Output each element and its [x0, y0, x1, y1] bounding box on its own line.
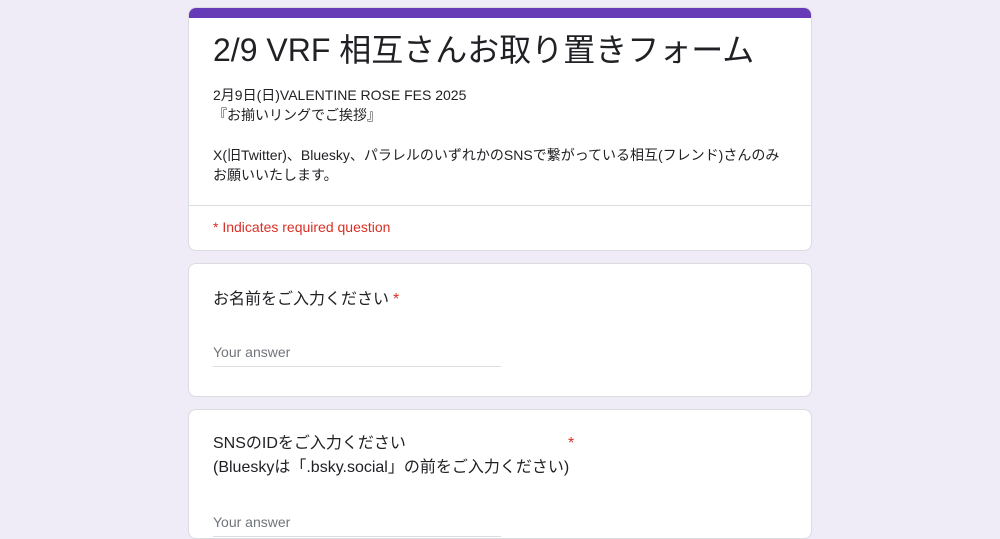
description-line: 『お揃いリングでご挨拶』 — [213, 107, 381, 123]
question-card-name: お名前をご入力ください * — [188, 263, 812, 397]
description-line: お願いいたします。 — [213, 167, 338, 183]
form-container: 2/9 VRF 相互さんお取り置きフォーム 2月9日(日)VALENTINE R… — [188, 7, 812, 539]
question-title-text: お名前をご入力ください — [213, 291, 390, 308]
theme-accent-bar — [189, 8, 811, 18]
name-answer-input[interactable] — [213, 338, 501, 367]
question-title-line1: SNSのIDをご入力ください — [213, 435, 406, 452]
question-title-line2: (Blueskyは「.bsky.social」の前をご入力ください) — [213, 459, 570, 476]
description-line: 2月9日(日)VALENTINE ROSE FES 2025 — [213, 87, 467, 103]
form-title: 2/9 VRF 相互さんお取り置きフォーム — [213, 32, 755, 68]
question-title: SNSのIDをご入力ください (Blueskyは「.bsky.social」の前… — [213, 432, 569, 480]
required-asterisk: * — [568, 435, 575, 452]
description-line — [213, 125, 789, 145]
question-card-sns-id: SNSのIDをご入力ください (Blueskyは「.bsky.social」の前… — [188, 409, 812, 539]
sns-id-answer-input[interactable] — [213, 508, 501, 537]
required-asterisk: * — [393, 291, 400, 308]
form-header-card: 2/9 VRF 相互さんお取り置きフォーム 2月9日(日)VALENTINE R… — [188, 7, 812, 251]
description-line: X(旧Twitter)、Bluesky、パラレルのいずれかのSNSで繋がっている… — [213, 147, 780, 163]
form-description: 2月9日(日)VALENTINE ROSE FES 2025 『お揃いリングでご… — [213, 85, 789, 185]
header-divider — [189, 205, 811, 206]
question-title: お名前をご入力ください * — [213, 288, 399, 312]
required-question-note: * Indicates required question — [213, 219, 391, 235]
